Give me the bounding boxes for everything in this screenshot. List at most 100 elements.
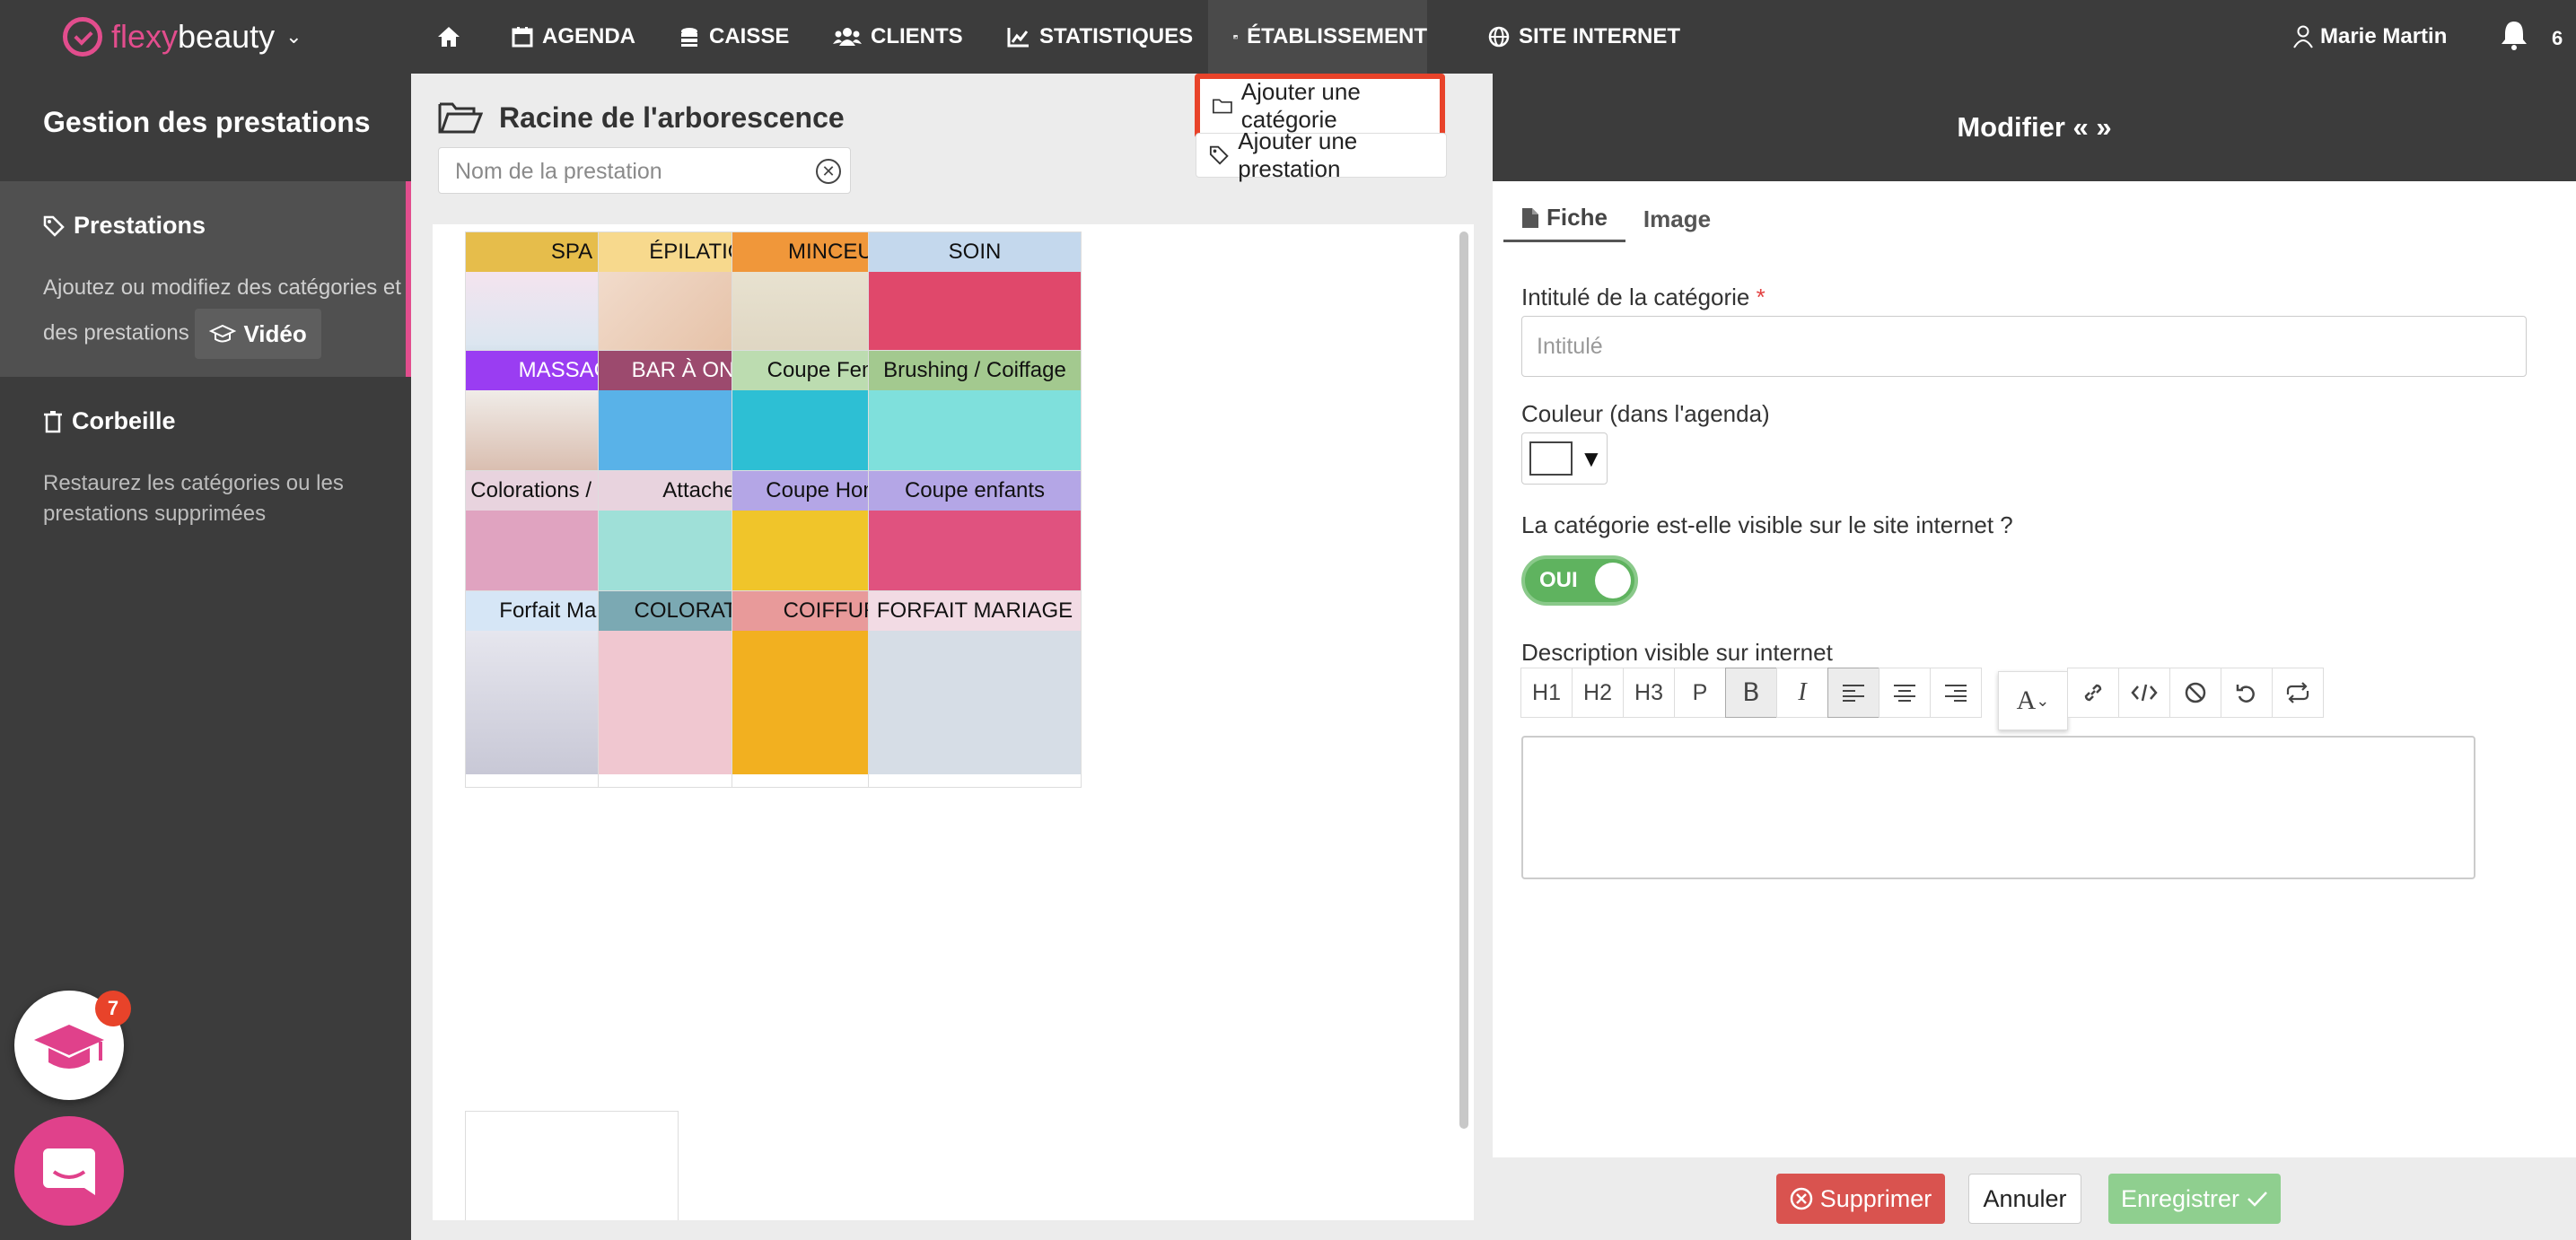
color-swatch [1529,441,1573,476]
search-box: ✕ [438,147,851,194]
clear-icon[interactable]: ✕ [816,159,841,184]
description-editor[interactable] [1521,736,2475,879]
ban-icon [2185,682,2206,703]
color-picker[interactable]: ▼ [1521,432,1608,485]
tag-icon [43,215,65,237]
paragraph-button[interactable]: P [1674,668,1726,718]
search-input[interactable] [455,155,805,188]
video-button[interactable]: Vidéo [195,309,321,359]
visible-label: La catégorie est-elle visible sur le sit… [1521,511,2013,538]
font-size-button[interactable]: A ⌄ [1998,671,2068,730]
nav-statistiques[interactable]: STATISTIQUES [1007,0,1193,74]
undo-button[interactable] [2221,668,2273,718]
tab-image[interactable]: Image [1625,196,1729,242]
home-icon [438,27,460,47]
video-button-label: Vidéo [243,320,307,347]
check-icon [2247,1192,2267,1207]
bold-button[interactable]: 𝖡 [1725,668,1777,718]
empty-category-tile[interactable] [465,1111,679,1220]
scrollbar[interactable] [1459,231,1468,1129]
tab-fiche[interactable]: Fiche [1503,196,1625,242]
undo-icon [2236,685,2255,703]
italic-icon: I [1798,678,1807,706]
bold-icon: 𝖡 [1742,679,1760,707]
nav-agenda[interactable]: AGENDA [512,0,635,74]
intitule-input[interactable] [1521,316,2527,377]
nav-etablissement-label: ÉTABLISSEMENT [1247,24,1427,48]
align-right-button[interactable] [1930,668,1982,718]
toggle-knob [1595,563,1631,598]
coins-icon [681,28,697,47]
bell-icon[interactable] [2500,20,2528,57]
trash-icon [44,410,62,432]
top-navigation: flexybeauty ⌄ AGENDA CAISSE CLIENTS STAT… [0,0,2576,74]
italic-button[interactable]: I [1776,668,1828,718]
chevron-down-icon: ⌄ [2036,691,2050,710]
user-name: Marie Martin [2320,24,2448,48]
chevron-down-icon: ⌄ [285,25,302,48]
nav-etablissement[interactable]: ÉTABLISSEMENT [1208,0,1427,74]
category-tile-label: Brushing / Coiffage [869,351,1081,390]
nav-site-internet[interactable]: SITE INTERNET [1488,0,1680,74]
sidebar-title: Gestion des prestations [43,106,371,138]
link-button[interactable] [2067,668,2119,718]
add-prestation-button[interactable]: Ajouter une prestation [1196,127,1447,182]
font-icon: A [2016,685,2037,715]
intitule-label-text: Intitulé de la catégorie [1521,284,1750,310]
file-icon [1522,207,1538,228]
category-tile[interactable]: FORFAIT MARIAGE [868,590,1082,788]
nav-clients[interactable]: CLIENTS [833,0,963,74]
prestations-description: Ajoutez ou modifiez des catégories et de… [43,267,402,359]
user-menu[interactable]: Marie Martin [2293,0,2447,74]
nav-home[interactable] [436,0,461,74]
calendar-icon [512,27,533,48]
logo-mark-icon [63,17,102,57]
users-icon [833,28,862,46]
nav-caisse[interactable]: CAISSE [679,0,789,74]
category-grid: SPA ÉPILATION MINCEUR SOIN MASSAGE BAR À ONGL… [433,224,1474,1220]
corbeille-description: Restaurez les catégories ou les prestati… [43,471,344,526]
redo-button[interactable] [2272,668,2324,718]
required-mark: * [1756,284,1766,310]
clear-format-button[interactable] [2169,668,2221,718]
logo-text-beauty: beauty [178,18,276,55]
panel-title: Modifier « » [1493,74,2576,181]
sidebar-item-corbeille[interactable]: Corbeille [43,407,176,435]
nav-clients-label: CLIENTS [871,24,963,48]
toggle-label: OUI [1539,568,1578,592]
chat-button[interactable] [14,1116,124,1226]
delete-button[interactable]: Supprimer [1776,1174,1945,1224]
couleur-label: Couleur (dans l'agenda) [1521,400,1770,427]
code-button[interactable] [2118,668,2170,718]
description-label: Description visible sur internet [1521,639,1833,666]
h2-button[interactable]: H2 [1572,668,1624,718]
align-center-button[interactable] [1879,668,1931,718]
add-category-label: Ajouter une catégorie [1240,78,1361,133]
graduation-cap-icon [209,324,237,343]
h3-button[interactable]: H3 [1623,668,1675,718]
nav-agenda-label: AGENDA [542,24,636,48]
tab-fiche-label: Fiche [1546,204,1608,231]
align-right-icon [1945,685,1967,702]
category-image [869,631,1081,774]
code-icon [2131,684,2158,702]
category-tile-label: SOIN [869,232,1081,272]
panel-footer: Supprimer Annuler Enregistrer [1493,1157,2576,1240]
save-button[interactable]: Enregistrer [2108,1174,2281,1224]
root-title: Racine de l'arborescence [499,100,845,134]
corbeille-label: Corbeille [72,407,176,434]
add-prestation-label: Ajouter une prestation [1238,127,1358,182]
edit-panel: Modifier « » Fiche Image Intitulé de la … [1493,74,2576,1240]
folder-open-icon [438,102,483,134]
visible-toggle[interactable]: OUI [1521,555,1638,606]
store-icon [1233,35,1238,39]
prestations-label: Prestations [74,212,206,239]
category-browser: Racine de l'arborescence ✕ Ajouter une c… [411,74,1493,1240]
chart-icon [1007,28,1029,48]
brand-logo[interactable]: flexybeauty ⌄ [63,13,302,61]
editor-toolbar: H1 H2 H3 P 𝖡 I A ⌄ [1520,668,2324,730]
align-left-button[interactable] [1827,668,1879,718]
h1-button[interactable]: H1 [1520,668,1573,718]
cancel-button[interactable]: Annuler [1968,1174,2081,1224]
sidebar-item-prestations[interactable]: Prestations Ajoutez ou modifiez des caté… [0,181,411,377]
